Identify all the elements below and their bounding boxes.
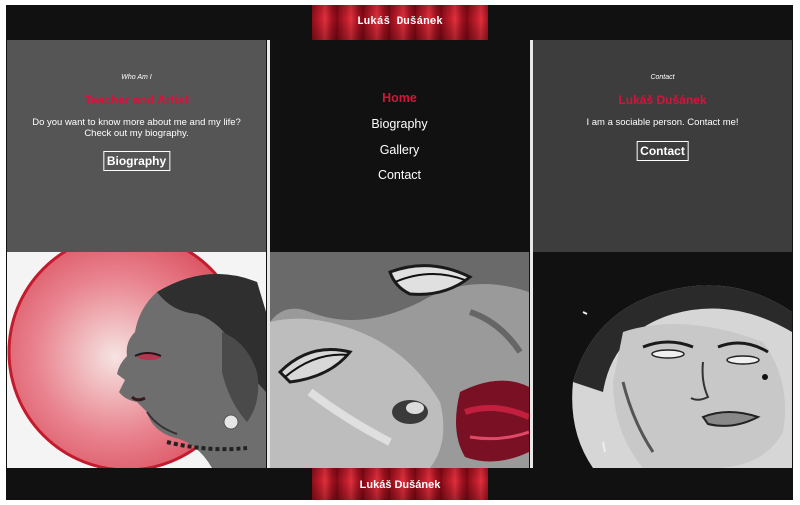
- site-footer: Lukáš Dušánek: [6, 468, 793, 500]
- contact-description: I am a sociable person. Contact me!: [586, 117, 739, 128]
- contact-button[interactable]: Contact: [636, 141, 689, 161]
- about-kicker: Who Am I: [121, 74, 152, 81]
- nav-item-home[interactable]: Home: [270, 91, 529, 105]
- site-header: Lukáš Dušánek: [6, 5, 793, 40]
- about-heading: Teacher and Artist: [84, 93, 189, 107]
- main-navigation: Home Biography Gallery Contact: [270, 40, 529, 252]
- about-description: Do you want to know more about me and my…: [32, 117, 241, 139]
- nav-item-contact[interactable]: Contact: [270, 168, 529, 182]
- about-column: Who Am I Teacher and Artist Do you want …: [7, 40, 266, 468]
- page-frame: Lukáš Dušánek Who Am I Teacher and Artis…: [6, 5, 793, 500]
- portrait-woman-profile-painting: [7, 252, 266, 468]
- portrait-woman-hat-painting: [533, 252, 792, 468]
- contact-kicker: Contact: [650, 74, 675, 81]
- footer-title: Lukáš Dušánek: [359, 479, 441, 491]
- navigation-column: Home Biography Gallery Contact: [270, 40, 529, 468]
- about-panel: Who Am I Teacher and Artist Do you want …: [7, 40, 266, 252]
- biography-button[interactable]: Biography: [102, 151, 171, 171]
- nav-item-biography[interactable]: Biography: [270, 117, 529, 131]
- contact-column: Contact Lukáš Dušánek I am a sociable pe…: [533, 40, 792, 468]
- closeup-face-red-lips-painting: [270, 252, 529, 468]
- site-title[interactable]: Lukáš Dušánek: [312, 16, 488, 28]
- nav-item-gallery[interactable]: Gallery: [270, 143, 529, 157]
- contact-panel: Contact Lukáš Dušánek I am a sociable pe…: [533, 40, 792, 252]
- contact-heading: Lukáš Dušánek: [618, 93, 707, 107]
